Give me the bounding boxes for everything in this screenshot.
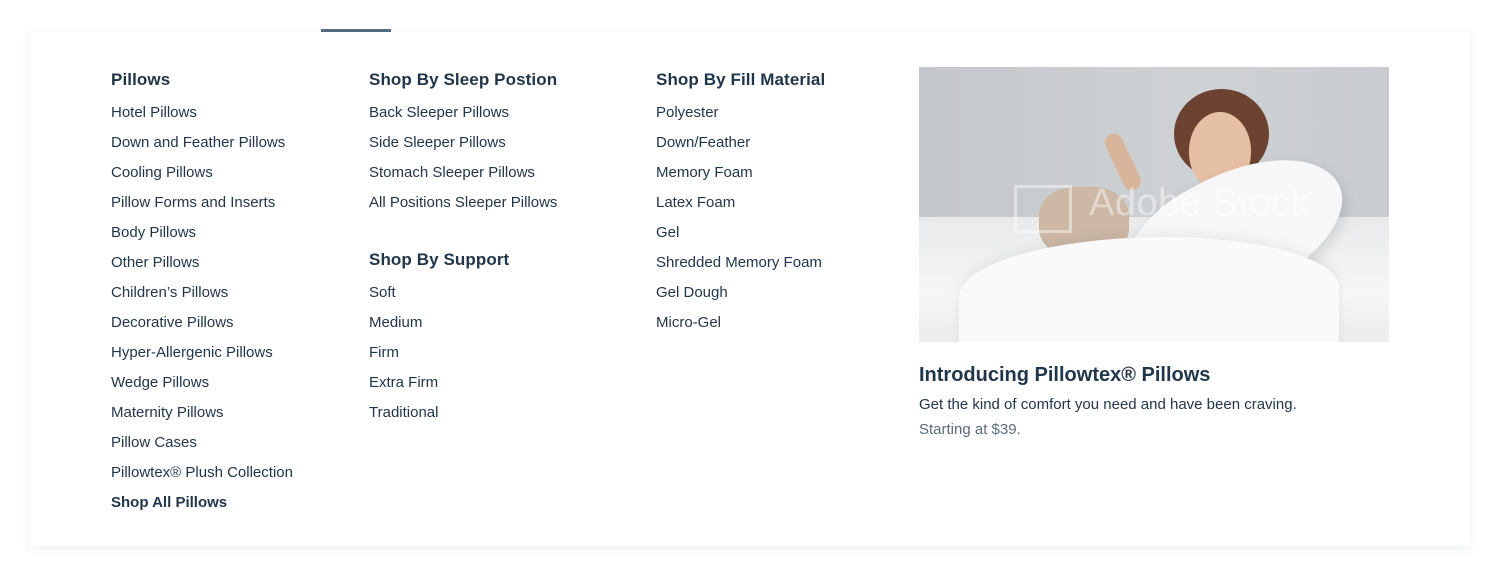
- promo-description: Get the kind of comfort you need and hav…: [919, 396, 1297, 413]
- pillows-column: Pillows Hotel Pillows Down and Feather P…: [111, 68, 293, 518]
- menu-link-medium[interactable]: Medium: [369, 308, 557, 338]
- menu-link-memory-foam[interactable]: Memory Foam: [656, 158, 825, 188]
- fill-material-list: Polyester Down/Feather Memory Foam Latex…: [656, 98, 825, 338]
- support-heading: Shop By Support: [369, 250, 510, 269]
- menu-link-cooling-pillows[interactable]: Cooling Pillows: [111, 158, 293, 188]
- menu-link-decorative-pillows[interactable]: Decorative Pillows: [111, 308, 293, 338]
- menu-link-gel-dough[interactable]: Gel Dough: [656, 278, 825, 308]
- menu-link-body-pillows[interactable]: Body Pillows: [111, 218, 293, 248]
- promo-price: Starting at $39.: [919, 421, 1021, 438]
- menu-link-back-sleeper[interactable]: Back Sleeper Pillows: [369, 98, 557, 128]
- menu-link-pillow-forms-inserts[interactable]: Pillow Forms and Inserts: [111, 188, 293, 218]
- menu-link-latex-foam[interactable]: Latex Foam: [656, 188, 825, 218]
- menu-link-pillow-cases[interactable]: Pillow Cases: [111, 428, 293, 458]
- menu-link-traditional[interactable]: Traditional: [369, 398, 557, 428]
- menu-link-pillowtex-plush-collection[interactable]: Pillowtex® Plush Collection: [111, 458, 293, 488]
- support-list: Soft Medium Firm Extra Firm Traditional: [369, 278, 557, 428]
- adobe-stock-logo-icon: [1014, 185, 1072, 233]
- promo-image[interactable]: Adobe Stock: [919, 67, 1389, 342]
- menu-link-gel[interactable]: Gel: [656, 218, 825, 248]
- pillows-heading: Pillows: [111, 70, 171, 89]
- menu-link-hyper-allergenic-pillows[interactable]: Hyper-Allergenic Pillows: [111, 338, 293, 368]
- menu-link-other-pillows[interactable]: Other Pillows: [111, 248, 293, 278]
- menu-link-hotel-pillows[interactable]: Hotel Pillows: [111, 98, 293, 128]
- menu-link-soft[interactable]: Soft: [369, 278, 557, 308]
- menu-link-stomach-sleeper[interactable]: Stomach Sleeper Pillows: [369, 158, 557, 188]
- menu-link-extra-firm[interactable]: Extra Firm: [369, 368, 557, 398]
- menu-link-all-positions-sleeper[interactable]: All Positions Sleeper Pillows: [369, 188, 557, 218]
- fill-material-column: Shop By Fill Material Polyester Down/Fea…: [656, 68, 825, 338]
- shop-all-pillows-link[interactable]: Shop All Pillows: [111, 488, 293, 518]
- sleep-position-heading: Shop By Sleep Postion: [369, 70, 558, 89]
- mega-menu-panel: Pillows Hotel Pillows Down and Feather P…: [30, 32, 1470, 546]
- menu-link-polyester[interactable]: Polyester: [656, 98, 825, 128]
- fill-material-heading: Shop By Fill Material: [656, 70, 826, 89]
- sleep-position-list: Back Sleeper Pillows Side Sleeper Pillow…: [369, 98, 557, 218]
- menu-link-micro-gel[interactable]: Micro-Gel: [656, 308, 825, 338]
- menu-link-down-feather-pillows[interactable]: Down and Feather Pillows: [111, 128, 293, 158]
- menu-link-side-sleeper[interactable]: Side Sleeper Pillows: [369, 128, 557, 158]
- menu-link-maternity-pillows[interactable]: Maternity Pillows: [111, 398, 293, 428]
- promo-title[interactable]: Introducing Pillowtex® Pillows: [919, 361, 1389, 389]
- image-watermark: Adobe Stock: [1089, 182, 1310, 224]
- pillows-list: Hotel Pillows Down and Feather Pillows C…: [111, 98, 293, 518]
- menu-link-shredded-memory-foam[interactable]: Shredded Memory Foam: [656, 248, 825, 278]
- sleep-position-column: Shop By Sleep Postion Back Sleeper Pillo…: [369, 68, 557, 428]
- menu-link-firm[interactable]: Firm: [369, 338, 557, 368]
- menu-link-wedge-pillows[interactable]: Wedge Pillows: [111, 368, 293, 398]
- promo-card[interactable]: Adobe Stock Introducing Pillowtex® Pillo…: [919, 67, 1389, 438]
- menu-link-childrens-pillows[interactable]: Children’s Pillows: [111, 278, 293, 308]
- menu-link-down-feather[interactable]: Down/Feather: [656, 128, 825, 158]
